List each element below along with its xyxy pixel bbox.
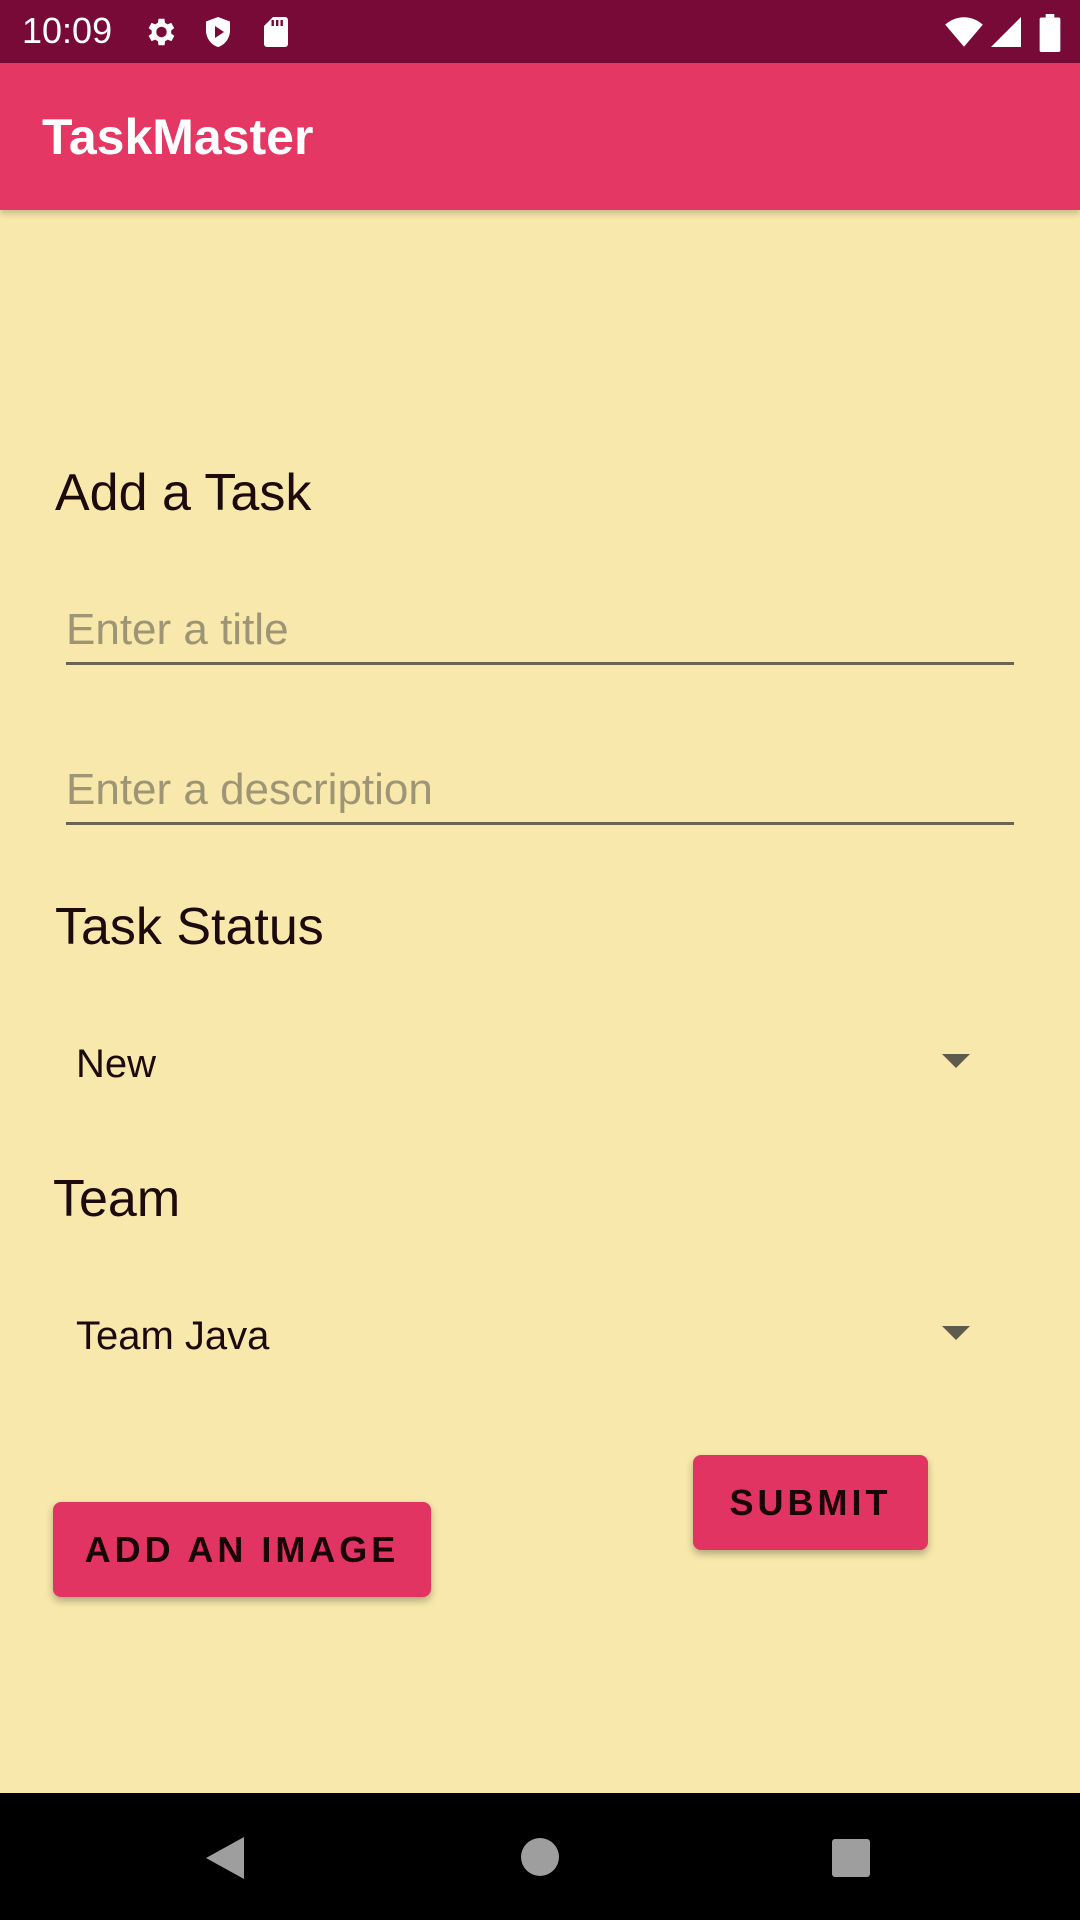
task-status-dropdown[interactable]: New [56,1012,986,1112]
app-bar: TaskMaster [0,63,1080,210]
wifi-icon [944,14,984,50]
chevron-down-icon [942,1326,970,1340]
app-title: TaskMaster [42,109,314,165]
status-time: 10:09 [22,10,113,51]
team-selected: Team Java [76,1314,270,1358]
team-dropdown[interactable]: Team Java [56,1284,986,1384]
team-label: Team [53,1170,181,1228]
sd-card-icon [258,14,294,50]
home-icon[interactable] [520,1837,560,1882]
battery-icon [1038,14,1062,53]
submit-button[interactable]: SUBMIT [693,1455,928,1550]
back-icon[interactable] [204,1835,246,1886]
status-bar: 10:09 [0,0,1080,63]
task-status-label: Task Status [55,898,324,956]
title-input[interactable] [66,598,1014,665]
shield-icon [200,14,236,50]
add-image-button[interactable]: ADD AN IMAGE [53,1502,431,1597]
task-status-selected: New [76,1042,157,1086]
navigation-bar [0,1793,1080,1920]
description-input[interactable] [66,758,1014,825]
add-task-heading: Add a Task [55,464,312,522]
chevron-down-icon [942,1054,970,1068]
signal-icon [988,14,1024,50]
recents-icon[interactable] [831,1838,871,1883]
gear-icon [142,14,178,50]
